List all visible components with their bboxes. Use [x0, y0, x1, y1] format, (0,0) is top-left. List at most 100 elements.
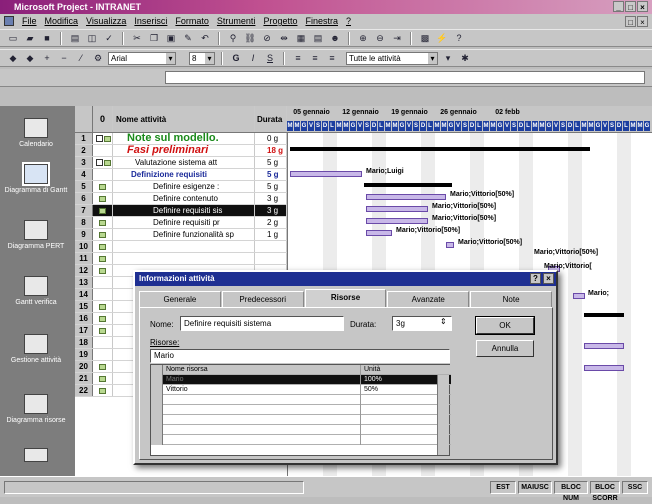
task-name-cell[interactable]: Definire contenuto — [113, 193, 255, 204]
menu-file[interactable]: File — [22, 14, 37, 29]
task-information-icon[interactable]: ▦ — [294, 32, 308, 45]
menu-modifica[interactable]: Modifica — [45, 14, 79, 29]
view-gestione-attivita[interactable]: Gestione attività — [4, 334, 68, 365]
view-calendario[interactable]: Calendario — [4, 118, 68, 149]
task-row[interactable]: 9 Definire funzionalità sp 1 g — [75, 229, 287, 241]
empty-assignment-row[interactable] — [151, 415, 451, 425]
task-name-cell[interactable]: Definire funzionalità sp — [113, 229, 255, 240]
row-number[interactable]: 17 — [75, 325, 93, 336]
row-number[interactable]: 2 — [75, 145, 93, 156]
duration-cell[interactable] — [255, 253, 287, 264]
menu-inserisci[interactable]: Inserisci — [134, 14, 167, 29]
gantt-task-bar[interactable] — [446, 242, 454, 248]
show-subtasks-icon[interactable]: + — [40, 52, 54, 65]
menu-progetto[interactable]: Progetto — [263, 14, 297, 29]
bold-button[interactable]: G — [229, 52, 243, 65]
gantt-task-bar[interactable] — [290, 171, 362, 177]
paste-icon[interactable]: ▣ — [164, 32, 178, 45]
hide-subtasks-icon[interactable]: − — [57, 52, 71, 65]
task-row[interactable]: 10 — [75, 241, 287, 253]
ok-button[interactable]: OK — [475, 316, 535, 335]
task-name-cell[interactable]: Valutazione sistema att — [113, 157, 255, 168]
open-icon[interactable]: ▰ — [23, 32, 37, 45]
outdent-icon[interactable]: ◆ — [6, 52, 20, 65]
assignment-row[interactable]: Mario 100% — [151, 375, 451, 385]
col-task-name[interactable]: Nome attività — [113, 106, 255, 132]
task-name-cell[interactable]: Note sul modello. — [113, 133, 255, 144]
print-icon[interactable]: ▤ — [68, 32, 82, 45]
gantt-chart-wizard-icon[interactable]: ✱ — [458, 52, 472, 65]
view-pert[interactable]: Diagramma PERT — [4, 220, 68, 251]
help-icon[interactable]: ? — [452, 32, 466, 45]
gantt-wizard-icon[interactable]: ⚡ — [435, 32, 449, 45]
view-gantt-verifica[interactable]: Gantt verifica — [4, 276, 68, 307]
row-number[interactable]: 21 — [75, 373, 93, 384]
align-right-icon[interactable]: ≡ — [325, 52, 339, 65]
row-number[interactable]: 7 — [75, 205, 93, 216]
dialog-help-button[interactable]: ? — [530, 273, 541, 284]
task-row[interactable]: 3 Valutazione sistema att 5 g — [75, 157, 287, 169]
print-preview-icon[interactable]: ◫ — [85, 32, 99, 45]
row-number[interactable]: 12 — [75, 265, 93, 276]
empty-assignment-row[interactable] — [151, 395, 451, 405]
save-icon[interactable]: ■ — [40, 32, 54, 45]
gantt-summary-bar[interactable] — [290, 147, 590, 151]
doc-close-button[interactable]: × — [637, 16, 648, 27]
cancel-button[interactable]: Annulla — [476, 340, 534, 357]
gantt-task-bar[interactable] — [366, 230, 392, 236]
col-units[interactable]: Unità — [361, 365, 433, 375]
gantt-summary-bar[interactable] — [364, 183, 452, 187]
row-number[interactable]: 16 — [75, 313, 93, 324]
empty-assignment-row[interactable] — [151, 405, 451, 415]
row-number[interactable]: 1 — [75, 133, 93, 144]
gantt-task-bar[interactable] — [366, 206, 428, 212]
row-number[interactable]: 11 — [75, 253, 93, 264]
tab-note[interactable]: Note — [470, 291, 552, 307]
tab-avanzate[interactable]: Avanzate — [387, 291, 470, 307]
split-task-icon[interactable]: ⇹ — [277, 32, 291, 45]
duration-cell[interactable]: 5 g — [255, 169, 287, 180]
entry-field[interactable] — [165, 71, 645, 84]
menu-formato[interactable]: Formato — [175, 14, 209, 29]
doc-restore-button[interactable]: □ — [625, 16, 636, 27]
view-gantt[interactable]: Diagramma di Gantt — [4, 162, 68, 195]
task-row[interactable]: 5 Definire esigenze :5 g — [75, 181, 287, 193]
duration-cell[interactable]: 18 g — [255, 145, 287, 156]
col-indicators[interactable]: 0 — [93, 106, 113, 132]
row-number[interactable]: 8 — [75, 217, 93, 228]
menu-finestra[interactable]: Finestra — [305, 14, 338, 29]
row-number[interactable]: 10 — [75, 241, 93, 252]
row-number[interactable]: 19 — [75, 349, 93, 360]
empty-assignment-row[interactable] — [151, 425, 451, 435]
align-center-icon[interactable]: ≡ — [308, 52, 322, 65]
insert-hyperlink-icon[interactable]: ⚲ — [226, 32, 240, 45]
task-name-field[interactable]: Definire requisiti sistema — [180, 316, 344, 331]
zoom-out-icon[interactable]: ⊖ — [373, 32, 387, 45]
gantt-task-bar[interactable] — [573, 293, 585, 299]
row-number[interactable]: 15 — [75, 301, 93, 312]
cut-icon[interactable]: ✂ — [130, 32, 144, 45]
link-tasks-icon[interactable]: ⛓ — [243, 32, 257, 45]
duration-cell[interactable]: 3 g — [255, 193, 287, 204]
task-name-cell[interactable]: Definizione requisiti — [113, 169, 255, 180]
select-all-corner[interactable] — [75, 106, 93, 132]
task-name-cell[interactable]: Definire requisiti sis — [113, 205, 255, 216]
view-more[interactable] — [4, 448, 68, 465]
unlink-tasks-icon[interactable]: ⊘ — [260, 32, 274, 45]
show-all-icon[interactable]: ⁄ — [74, 52, 88, 65]
gantt-task-bar[interactable] — [584, 365, 624, 371]
close-button[interactable]: × — [637, 1, 648, 12]
duration-cell[interactable]: 5 g — [255, 181, 287, 192]
task-row[interactable]: 2 Fasi preliminari 18 g — [75, 145, 287, 157]
row-number[interactable]: 3 — [75, 157, 93, 168]
assignment-resource[interactable]: Vittorio — [163, 385, 361, 395]
font-size-combo[interactable]: 8 — [189, 51, 215, 65]
filter-icon[interactable]: ⚙ — [91, 52, 105, 65]
duration-cell[interactable]: 0 g — [255, 133, 287, 144]
row-number[interactable]: 13 — [75, 277, 93, 288]
new-icon[interactable]: ▭ — [6, 32, 20, 45]
minimize-button[interactable]: _ — [613, 1, 624, 12]
row-number[interactable]: 14 — [75, 289, 93, 300]
filter-combo[interactable]: Tutte le attività — [346, 51, 438, 65]
resource-edit-field[interactable]: Mario — [150, 349, 450, 363]
